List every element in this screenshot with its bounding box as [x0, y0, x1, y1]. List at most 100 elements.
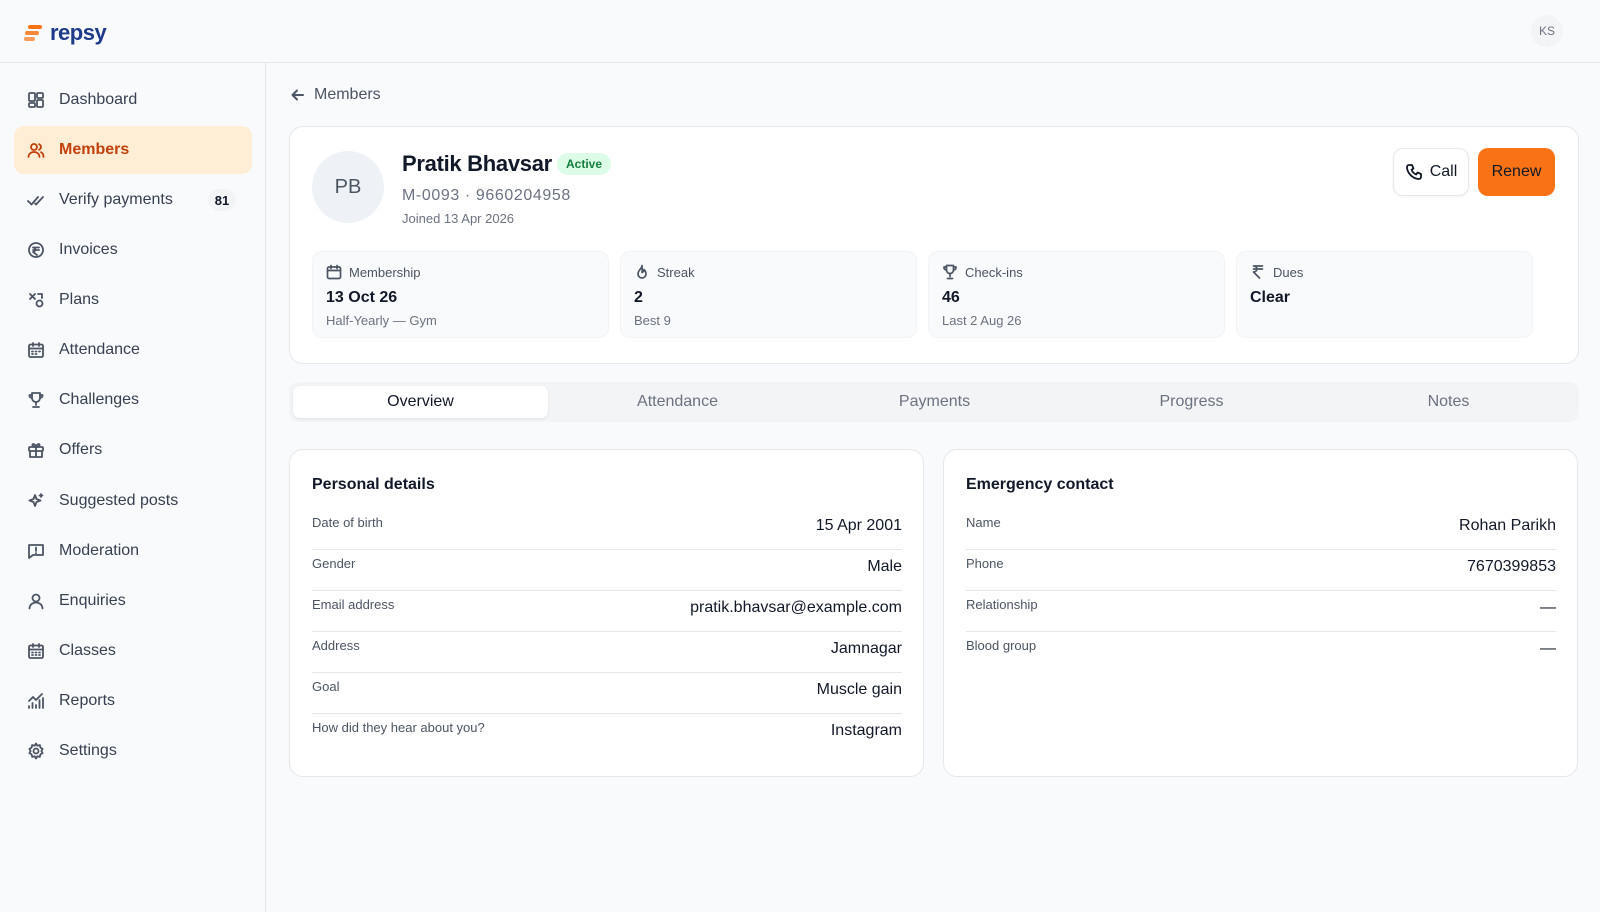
- back-to-members-link[interactable]: Members: [290, 86, 381, 104]
- tab-progress[interactable]: Progress: [1064, 386, 1319, 418]
- tab-overview[interactable]: Overview: [293, 386, 548, 418]
- sidebar-item-label: Attendance: [59, 341, 140, 358]
- sidebar-item-label: Suggested posts: [59, 492, 179, 509]
- detail-label: Blood group: [966, 638, 1037, 653]
- gift-icon: [27, 441, 45, 459]
- personal-details-card: Personal details Date of birth 15 Apr 20…: [289, 449, 924, 777]
- sidebar-item-verify-payments[interactable]: Verify payments 81: [14, 176, 252, 224]
- sidebar-item-label: Settings: [59, 742, 117, 759]
- rupee-icon: [1252, 265, 1264, 279]
- sidebar-item-label: Dashboard: [59, 91, 138, 108]
- sidebar-item-attendance[interactable]: Attendance: [14, 326, 252, 374]
- stat-streak: Streak 2 Best 9: [620, 251, 917, 338]
- detail-row: Phone 7670399853: [966, 550, 1556, 591]
- stat-label-text: Dues: [1273, 264, 1304, 280]
- sidebar-item-label: Enquiries: [59, 592, 126, 609]
- detail-label: Goal: [312, 679, 340, 694]
- users-icon: [27, 141, 45, 159]
- phone-icon: [1405, 164, 1422, 180]
- sidebar-item-members[interactable]: Members: [14, 126, 252, 174]
- detail-row: Gender Male: [312, 550, 902, 591]
- member-profile-card: PB Pratik Bhavsar Active M-0093 · 966020…: [289, 126, 1579, 364]
- stat-value: 13 Oct 26: [326, 289, 398, 306]
- sidebar-item-label: Verify payments: [59, 191, 173, 208]
- personal-details-title: Personal details: [312, 476, 435, 493]
- detail-label: Phone: [966, 556, 1004, 571]
- sidebar-item-dashboard[interactable]: Dashboard: [14, 76, 252, 124]
- detail-row: Blood group —: [966, 632, 1556, 673]
- stat-label: Membership: [326, 264, 421, 280]
- renew-button[interactable]: Renew: [1478, 148, 1555, 196]
- detail-label: Gender: [312, 556, 356, 571]
- calendar-icon: [326, 264, 342, 280]
- detail-label: Address: [312, 638, 360, 653]
- check-double-icon: [27, 191, 45, 209]
- detail-row: Goal Muscle gain: [312, 673, 902, 714]
- sidebar-item-enquiries[interactable]: Enquiries: [14, 577, 252, 625]
- detail-value: Jamnagar: [830, 640, 902, 657]
- back-link-label: Members: [314, 86, 381, 103]
- detail-value: pratik.bhavsar@example.com: [690, 599, 902, 616]
- sparkles-icon: [27, 492, 45, 510]
- calendar-icon: [27, 341, 45, 359]
- detail-value: 15 Apr 2001: [815, 517, 902, 534]
- verify-payments-count-badge: 81: [208, 189, 236, 211]
- plans-icon: [27, 291, 45, 309]
- stat-value: 2: [634, 289, 643, 306]
- detail-value: 7670399853: [1467, 558, 1556, 575]
- sidebar-item-moderation[interactable]: Moderation: [14, 527, 252, 575]
- tab-attendance[interactable]: Attendance: [550, 386, 805, 418]
- detail-value: Rohan Parikh: [1459, 517, 1556, 534]
- stat-label-text: Membership: [349, 264, 421, 280]
- trophy-icon: [943, 264, 957, 280]
- sidebar-item-settings[interactable]: Settings: [14, 727, 252, 775]
- tab-notes[interactable]: Notes: [1321, 386, 1576, 418]
- detail-row: Address Jamnagar: [312, 632, 902, 673]
- detail-row: Email address pratik.bhavsar@example.com: [312, 591, 902, 632]
- sidebar-item-label: Moderation: [59, 542, 140, 559]
- member-name: Pratik Bhavsar: [402, 151, 552, 176]
- sidebar: Dashboard Members Verify payments 81 Inv…: [0, 63, 266, 912]
- stat-value: 46: [942, 289, 960, 306]
- flame-icon: [637, 264, 647, 279]
- sidebar-item-offers[interactable]: Offers: [14, 426, 252, 474]
- stat-check-ins: Check-ins 46 Last 2 Aug 26: [928, 251, 1225, 338]
- sidebar-item-invoices[interactable]: Invoices: [14, 226, 252, 274]
- top-bar: repsy KS: [0, 0, 1600, 63]
- detail-label: Date of birth: [312, 515, 383, 530]
- chart-icon: [27, 692, 45, 710]
- sidebar-item-reports[interactable]: Reports: [14, 677, 252, 725]
- detail-label: Relationship: [966, 597, 1038, 612]
- detail-value: Instagram: [830, 722, 902, 739]
- detail-value: —: [1540, 599, 1556, 616]
- detail-value: —: [1540, 640, 1556, 657]
- tab-payments[interactable]: Payments: [807, 386, 1062, 418]
- dashboard-icon: [27, 91, 45, 109]
- message-alert-icon: [27, 542, 45, 560]
- sidebar-item-challenges[interactable]: Challenges: [14, 376, 252, 424]
- stat-value: Clear: [1250, 289, 1291, 306]
- stat-label: Streak: [634, 264, 695, 280]
- member-tabs: Overview Attendance Payments Progress No…: [289, 382, 1579, 422]
- sidebar-item-suggested-posts[interactable]: Suggested posts: [14, 477, 252, 525]
- logo-mark-icon: [24, 23, 44, 43]
- detail-label: How did they hear about you?: [312, 720, 485, 735]
- detail-label: Name: [966, 515, 1001, 530]
- call-button-label: Call: [1429, 163, 1458, 180]
- detail-label: Email address: [312, 597, 395, 612]
- call-button[interactable]: Call: [1393, 148, 1469, 196]
- sidebar-item-label: Challenges: [59, 391, 140, 408]
- sidebar-item-label: Members: [59, 141, 130, 158]
- sidebar-item-plans[interactable]: Plans: [14, 276, 252, 324]
- detail-value: Male: [867, 558, 902, 575]
- stat-label-text: Streak: [657, 264, 695, 280]
- stat-membership: Membership 13 Oct 26 Half-Yearly — Gym: [312, 251, 609, 338]
- stat-subtext: Half-Yearly — Gym: [326, 313, 437, 328]
- member-joined-date: Joined 13 Apr 2026: [402, 211, 515, 226]
- logo[interactable]: repsy: [24, 20, 107, 46]
- stat-label: Check-ins: [942, 264, 1023, 280]
- sidebar-item-classes[interactable]: Classes: [14, 627, 252, 675]
- stat-subtext: Best 9: [634, 313, 671, 328]
- user-icon: [27, 592, 45, 610]
- user-avatar[interactable]: KS: [1531, 15, 1563, 47]
